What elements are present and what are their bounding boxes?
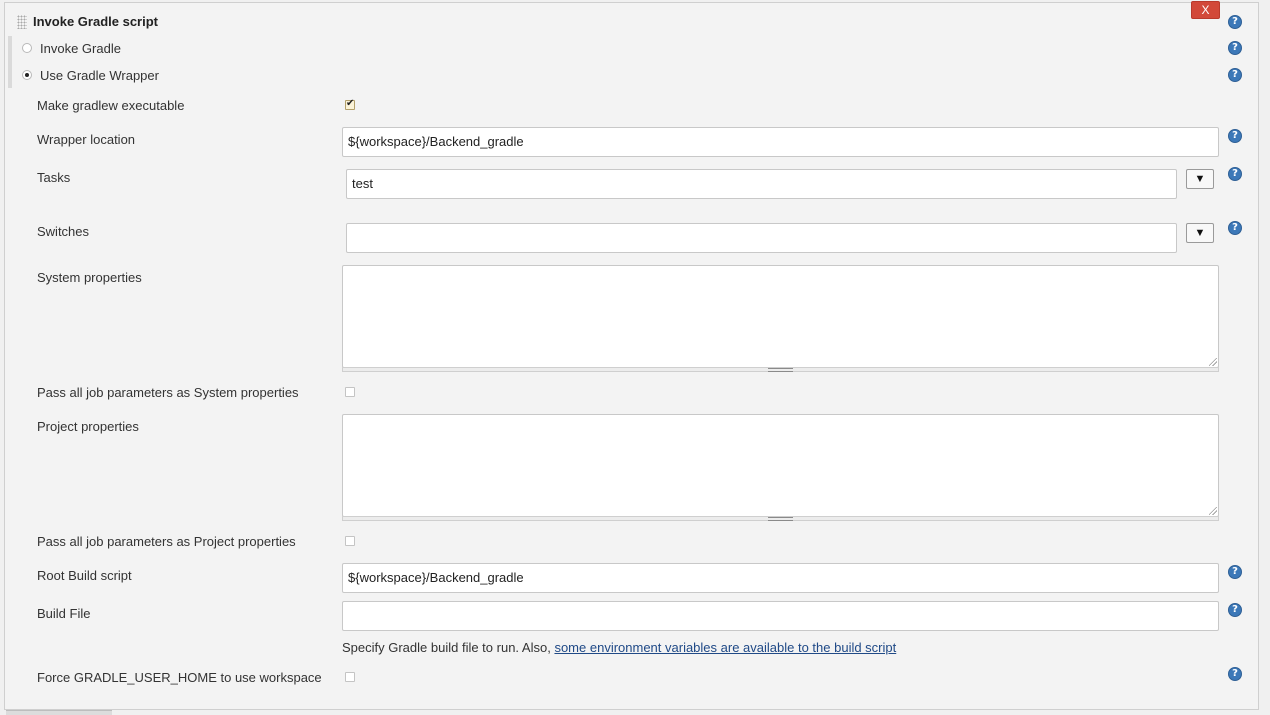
pass-system-properties-checkbox[interactable] [345,387,355,397]
make-executable-checkbox[interactable] [345,98,355,110]
root-build-script-label: Root Build script [37,568,132,583]
build-file-input[interactable] [342,601,1219,631]
gradle-wrapper-radio[interactable] [22,70,32,80]
invoke-gradle-radio[interactable] [22,43,32,53]
invoke-gradle-label: Invoke Gradle [40,41,121,56]
project-properties-label: Project properties [37,419,139,434]
project-properties-resize-grip[interactable] [342,516,1219,521]
drag-handle-icon[interactable] [17,15,27,29]
help-icon-invoke-gradle[interactable]: ? [1228,41,1242,55]
root-build-script-input[interactable]: ${workspace}/Backend_gradle [342,563,1219,593]
tasks-label: Tasks [37,170,71,185]
wrapper-location-input[interactable]: ${workspace}/Backend_gradle [342,127,1219,157]
switches-expand-button[interactable]: ▼ [1186,223,1214,243]
help-icon-build-file[interactable]: ? [1228,603,1242,617]
build-file-description-text: Specify Gradle build file to run. Also, [342,640,555,655]
help-icon-tasks[interactable]: ? [1228,167,1242,181]
pass-project-properties-checkbox[interactable] [345,536,355,546]
bottom-scroll-tab [6,710,112,715]
system-properties-label: System properties [37,270,142,285]
help-icon-switches[interactable]: ? [1228,221,1242,235]
build-file-description: Specify Gradle build file to run. Also, … [342,640,896,655]
tasks-input[interactable]: test [346,169,1177,199]
help-icon-section[interactable]: ? [1228,15,1242,29]
system-properties-textarea[interactable] [342,265,1219,368]
force-user-home-label: Force GRADLE_USER_HOME to use workspace [37,670,322,685]
build-file-label: Build File [37,606,91,621]
radio-group-bar [8,36,12,88]
wrapper-location-label: Wrapper location [37,132,136,147]
switches-label: Switches [37,224,90,239]
tasks-expand-button[interactable]: ▼ [1186,169,1214,189]
help-icon-force-user-home[interactable]: ? [1228,667,1242,681]
gradle-wrapper-label: Use Gradle Wrapper [40,68,159,83]
switches-input[interactable] [346,223,1177,253]
pass-project-properties-label: Pass all job parameters as Project prope… [37,534,296,549]
environment-variables-link[interactable]: some environment variables are available… [554,640,896,655]
make-executable-label: Make gradlew executable [37,98,185,113]
section-title: Invoke Gradle script [33,14,158,29]
system-properties-resize-grip[interactable] [342,367,1219,372]
resize-corner-icon[interactable] [1209,507,1217,515]
pass-system-properties-label: Pass all job parameters as System proper… [37,385,299,400]
help-icon-wrapper-location[interactable]: ? [1228,129,1242,143]
delete-step-button[interactable]: X [1191,1,1220,19]
help-icon-root-build-script[interactable]: ? [1228,565,1242,579]
force-user-home-checkbox[interactable] [345,672,355,682]
help-icon-gradle-wrapper[interactable]: ? [1228,68,1242,82]
resize-corner-icon[interactable] [1209,358,1217,366]
project-properties-textarea[interactable] [342,414,1219,517]
